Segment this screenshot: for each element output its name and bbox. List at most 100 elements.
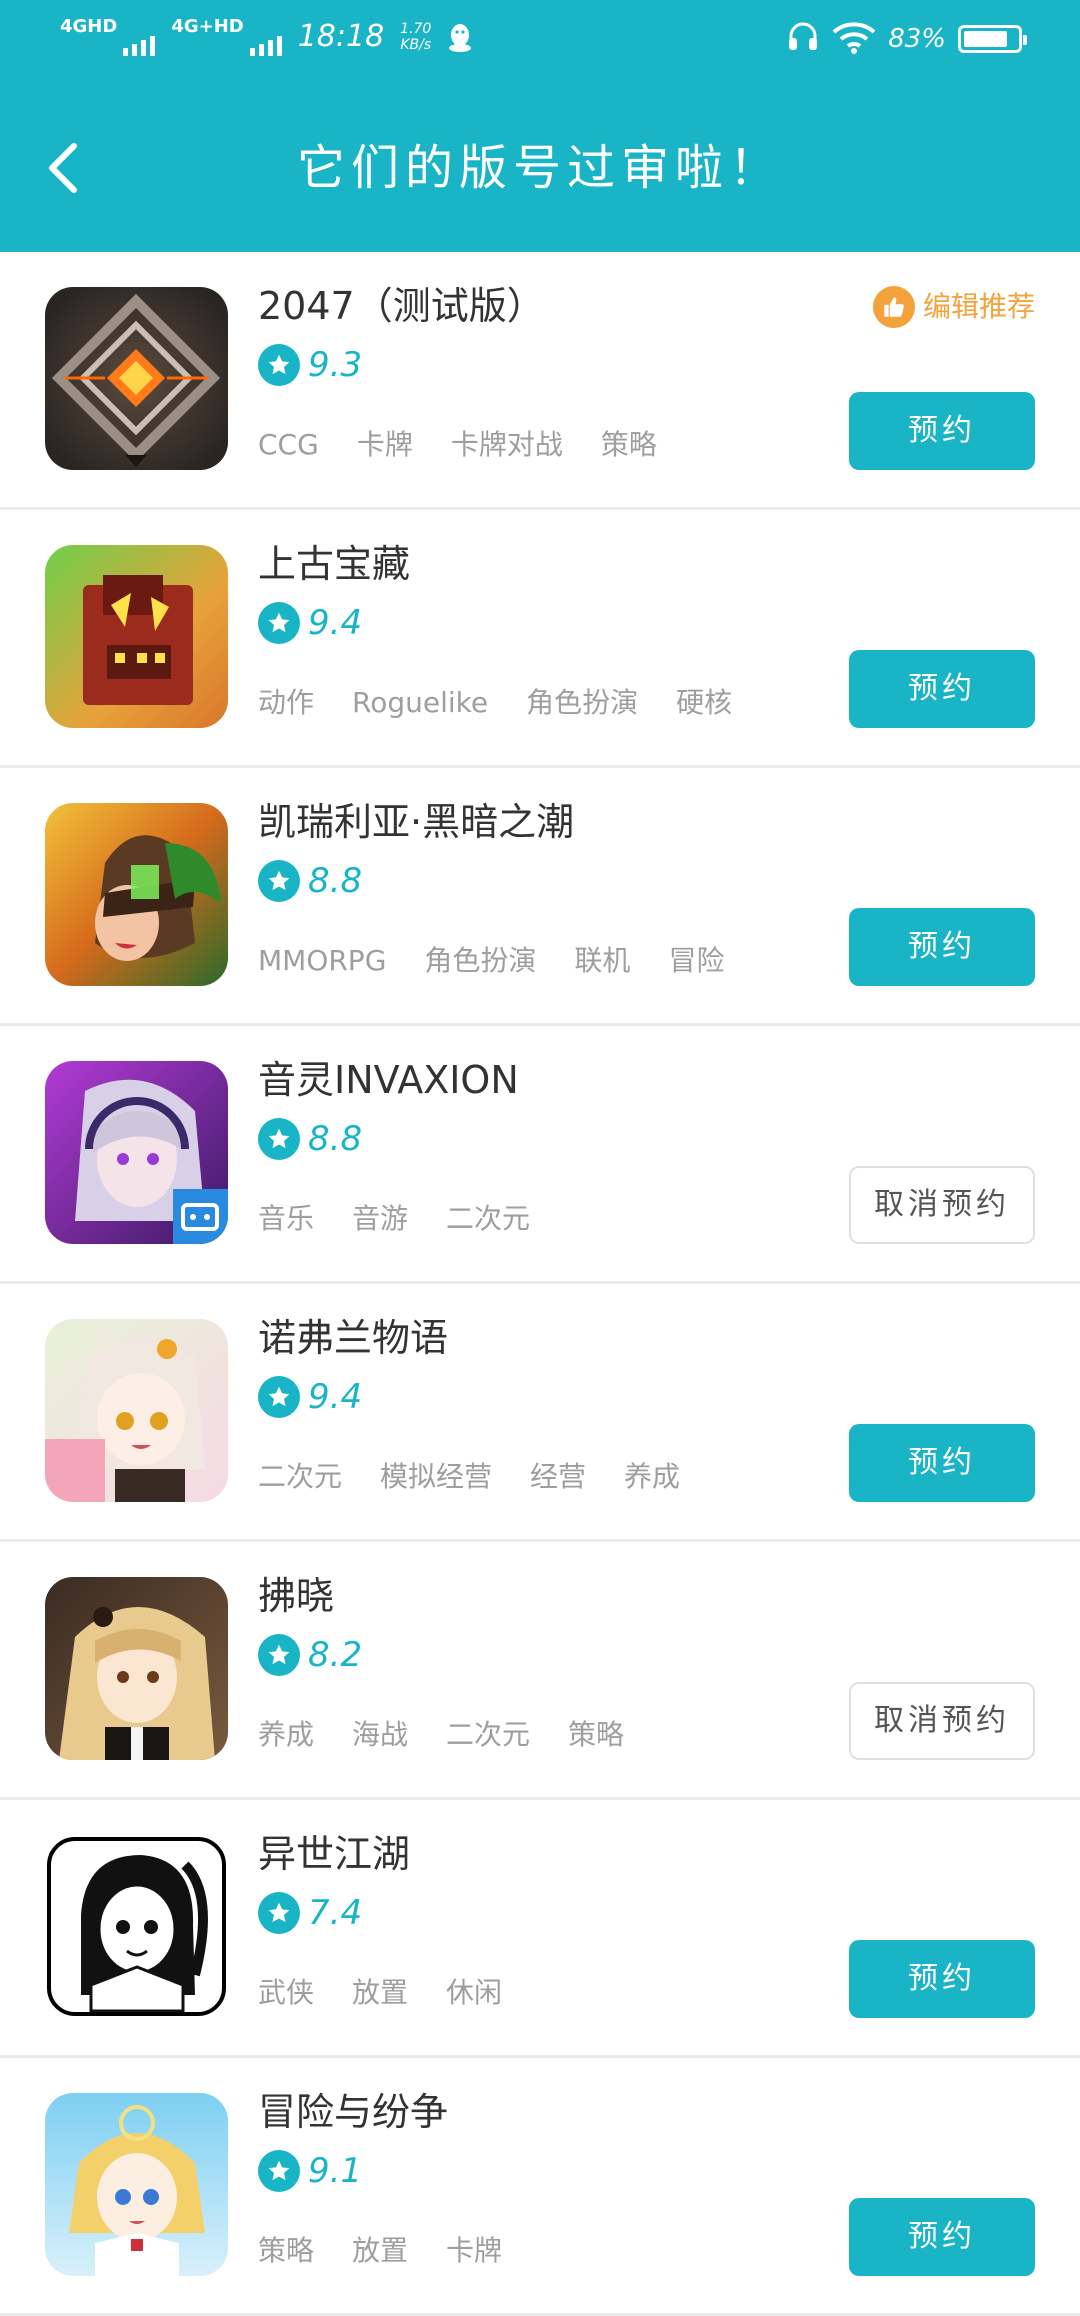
game-tag: 角色扮演	[526, 686, 639, 719]
game-tag: 武侠	[258, 1976, 315, 2009]
signal-indicator-1: 4GHD	[60, 16, 156, 56]
game-tag: 养成	[258, 1718, 315, 1751]
star-icon	[258, 1634, 300, 1676]
editor-pick-badge: 编辑推荐	[872, 286, 1035, 328]
clock: 18:18	[297, 19, 385, 54]
battery-level	[964, 31, 1008, 47]
game-tag: 放置	[352, 1976, 409, 2009]
reserve-button[interactable]: 预约	[849, 392, 1035, 470]
game-tag: CCG	[258, 428, 319, 461]
game-name[interactable]: 音灵INVAXION	[258, 1056, 519, 1104]
game-tag: 角色扮演	[424, 944, 537, 977]
thumbs-up-icon	[872, 286, 915, 328]
headphones-icon	[786, 20, 820, 58]
game-ancient-treasure-icon[interactable]	[45, 545, 228, 728]
game-tag: 二次元	[258, 1460, 343, 1493]
game-list-item[interactable]: 音灵INVAXION 8.8 音乐 音游 二次元 取消预约	[0, 1026, 1080, 1284]
game-rating: 9.3	[258, 344, 362, 386]
reserve-button[interactable]: 预约	[849, 650, 1035, 728]
reserve-button[interactable]: 预约	[849, 2198, 1035, 2276]
game-list-item[interactable]: 拂晓 8.2 养成 海战 二次元 策略 取消预约	[0, 1542, 1080, 1800]
game-tags: 二次元 模拟经营 经营 养成	[258, 1459, 680, 1495]
game-tag: 策略	[568, 1718, 625, 1751]
game-name[interactable]: 凯瑞利亚·黑暗之潮	[258, 798, 574, 846]
reserve-button[interactable]: 预约	[849, 1424, 1035, 1502]
editor-pick-label: 编辑推荐	[922, 290, 1035, 323]
reserve-button[interactable]: 预约	[849, 1940, 1035, 2018]
game-tags: 养成 海战 二次元 策略	[258, 1717, 624, 1753]
game-tag: 音游	[352, 1202, 409, 1235]
game-name[interactable]: 诺弗兰物语	[258, 1314, 448, 1362]
rating-value: 9.1	[308, 2151, 363, 2191]
game-name[interactable]: 异世江湖	[258, 1830, 410, 1878]
status-bar: 4GHD 4G+HD 18:18 1.70 KB/s 83%	[0, 0, 1080, 82]
app-header: 4GHD 4G+HD 18:18 1.70 KB/s 83% 它们的版号过审啦！	[0, 0, 1080, 252]
game-tags: 动作 Roguelike 角色扮演 硬核	[258, 685, 732, 721]
cancel-reservation-button[interactable]: 取消预约	[849, 1166, 1035, 1244]
game-tag: 冒险	[668, 944, 725, 977]
game-tag: 卡牌	[356, 428, 413, 461]
page-title: 它们的版号过审啦！	[296, 140, 783, 196]
game-name[interactable]: 拂晓	[258, 1572, 334, 1620]
game-rating: 8.8	[258, 860, 362, 902]
rating-value: 7.4	[308, 1893, 363, 1933]
signal-label: 4G+HD	[171, 16, 244, 37]
rating-value: 9.4	[308, 1377, 363, 1417]
game-tag: 卡牌对战	[450, 428, 563, 461]
game-tag: 经营	[530, 1460, 587, 1493]
game-tag: 放置	[352, 2234, 409, 2267]
star-icon	[258, 1376, 300, 1418]
game-tag: Roguelike	[352, 686, 489, 719]
game-tags: 策略 放置 卡牌	[258, 2233, 502, 2269]
star-icon	[258, 344, 300, 386]
game-list-item[interactable]: 冒险与纷争 9.1 策略 放置 卡牌 预约	[0, 2058, 1080, 2316]
reserve-button[interactable]: 预约	[849, 908, 1035, 986]
game-rating: 9.4	[258, 602, 362, 644]
star-icon	[258, 602, 300, 644]
game-invaxion-icon[interactable]	[45, 1061, 228, 1244]
cancel-reservation-button[interactable]: 取消预约	[849, 1682, 1035, 1760]
game-tags: CCG 卡牌 卡牌对战 策略	[258, 427, 657, 463]
game-rating: 8.8	[258, 1118, 362, 1160]
game-list-item[interactable]: 诺弗兰物语 9.4 二次元 模拟经营 经营 养成 预约	[0, 1284, 1080, 1542]
star-icon	[258, 1118, 300, 1160]
game-tag: 休闲	[446, 1976, 503, 2009]
game-adventure-icon[interactable]	[45, 2093, 228, 2276]
wifi-icon	[832, 20, 876, 58]
signal-label: 4GHD	[60, 16, 118, 37]
game-tags: MMORPG 角色扮演 联机 冒险	[258, 943, 724, 979]
game-name[interactable]: 冒险与纷争	[258, 2088, 448, 2136]
battery-icon	[958, 25, 1027, 53]
status-bar-left: 4GHD 4G+HD 18:18 1.70 KB/s	[60, 18, 473, 56]
game-list-item[interactable]: 凯瑞利亚·黑暗之潮 8.8 MMORPG 角色扮演 联机 冒险 预约	[0, 768, 1080, 1026]
game-tag: 二次元	[446, 1202, 531, 1235]
game-list: 2047（测试版） 9.3 CCG 卡牌 卡牌对战 策略 编辑推荐 预约 上古宝藏 9.4 动作 Ro…	[0, 252, 1080, 2316]
game-kerelia-icon[interactable]	[45, 803, 228, 986]
game-name[interactable]: 上古宝藏	[258, 540, 410, 588]
game-rating: 9.1	[258, 2150, 362, 2192]
game-tag: 联机	[574, 944, 631, 977]
qq-penguin-icon	[447, 21, 473, 53]
game-tag: 音乐	[258, 1202, 315, 1235]
game-tags: 音乐 音游 二次元	[258, 1201, 530, 1237]
signal-indicator-2: 4G+HD	[171, 16, 282, 56]
game-dawn-icon[interactable]	[45, 1577, 228, 1760]
game-list-item[interactable]: 2047（测试版） 9.3 CCG 卡牌 卡牌对战 策略 编辑推荐 预约	[0, 252, 1080, 510]
network-speed-value: 1.70	[400, 21, 432, 37]
game-tag: 硬核	[676, 686, 733, 719]
game-name[interactable]: 2047（测试版）	[258, 282, 545, 330]
game-list-item[interactable]: 上古宝藏 9.4 动作 Roguelike 角色扮演 硬核 预约	[0, 510, 1080, 768]
game-2047-icon[interactable]	[45, 287, 228, 470]
game-list-item[interactable]: 异世江湖 7.4 武侠 放置 休闲 预约	[0, 1800, 1080, 2058]
star-icon	[258, 860, 300, 902]
game-tag: 二次元	[446, 1718, 531, 1751]
rating-value: 8.8	[308, 861, 363, 901]
star-icon	[258, 1892, 300, 1934]
battery-percentage: 83%	[888, 24, 946, 54]
game-otherworld-icon[interactable]	[45, 1835, 228, 2018]
rating-value: 9.3	[308, 345, 363, 385]
game-rating: 9.4	[258, 1376, 362, 1418]
game-norfland-icon[interactable]	[45, 1319, 228, 1502]
rating-value: 8.8	[308, 1119, 363, 1159]
game-rating: 7.4	[258, 1892, 362, 1934]
